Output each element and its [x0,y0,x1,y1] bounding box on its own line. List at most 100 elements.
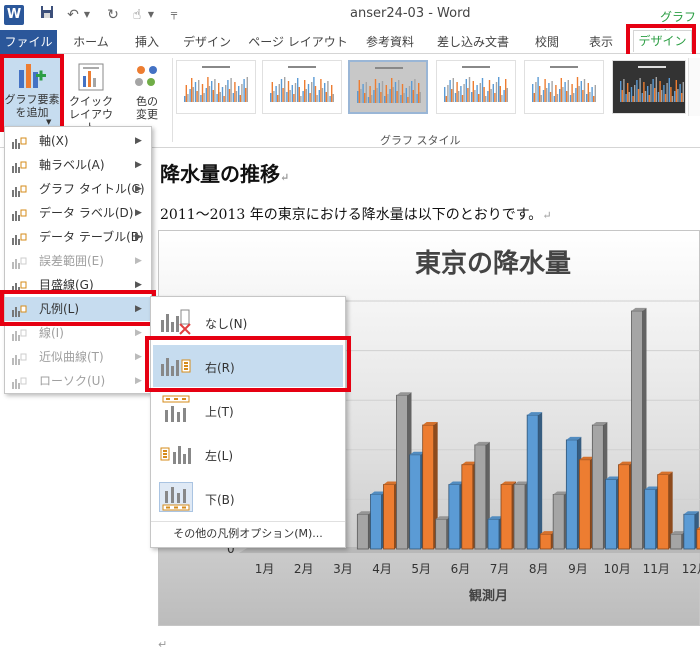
chart-style-5[interactable] [524,60,604,114]
bar [474,441,490,550]
x-tick-label: 1月 [255,562,275,576]
tab-review[interactable]: 校閲 [522,30,572,54]
data-labels-icon [11,206,27,221]
heading-text: 降水量の推移 [160,162,280,186]
ribbon-tabs: ファイル ホーム 挿入 デザイン ページ レイアウト 参考資料 差し込み文書 校… [0,30,700,54]
x-tick-label: 5月 [411,562,431,576]
data-table-icon [11,230,27,245]
chart-title-icon [11,182,27,197]
chart-design-tab-highlight [626,24,696,58]
touch-dropdown-icon[interactable]: ▼ [146,5,156,25]
submenu-arrow-icon: ▶ [135,208,142,218]
tab-references[interactable]: 参考資料 [356,30,424,54]
submenu-arrow-icon: ▶ [135,184,142,194]
axes-icon [11,134,27,149]
menu-item-chart-title[interactable]: グラフ タイトル(C) ▶ [5,177,151,201]
legend-top-label: 上(T) [205,405,234,419]
menu-item-up-down-bars: ローソク(U) ▶ [5,369,151,393]
undo-dropdown-icon[interactable]: ▼ [82,5,92,25]
menu-item-label: ローソク(U) [39,374,106,388]
chart-style-3-selected[interactable] [348,60,428,114]
menu-item-data-table[interactable]: データ テーブル(B) ▶ [5,225,151,249]
customize-qat-icon[interactable]: ╤ [168,5,180,25]
legend-none-icon [159,306,193,336]
tab-view[interactable]: 表示 [576,30,626,54]
end-paragraph-mark: ↵ [158,638,168,651]
add-chart-element-menu: 軸(X) ▶ 軸ラベル(A) ▶ グラフ タイトル(C) ▶ データ ラベル(D) ▶ データ … [4,126,152,394]
bar [670,531,686,550]
bar [552,491,569,550]
x-tick-label: 9月 [568,562,588,576]
title-bar: W ↶ ▼ ↻ ☝ ▼ ╤ anser24-03 - Word グラフ ツ [0,0,700,41]
menu-item-trendline: 近似曲線(T) ▶ [5,345,151,369]
chart-style-6[interactable] [612,60,686,114]
tab-design[interactable]: デザイン [174,30,240,54]
word-app-icon: W [4,5,24,25]
menu-item-label: 軸ラベル(A) [39,158,105,172]
undo-icon[interactable]: ↶ [64,5,82,25]
submenu-arrow-icon: ▶ [135,256,142,266]
tab-page-layout[interactable]: ページ レイアウト [242,30,354,54]
document-title: anser24-03 - Word [350,6,471,21]
document-body-text: 2011～2013 年の東京における降水量は以下のとおりです。↵ [160,204,552,224]
menu-item-label: グラフ タイトル(C) [39,182,145,196]
palette-icon [131,62,163,92]
gallery-scroll[interactable] [688,58,700,116]
tab-file[interactable]: ファイル [0,30,57,54]
x-tick-label: 8月 [529,562,549,576]
change-colors-label-2: 変更 [136,108,158,121]
change-colors-button[interactable]: 色の 変更 [124,58,170,128]
submenu-arrow-icon: ▶ [135,232,142,242]
menu-item-label: データ テーブル(B) [39,230,144,244]
menu-item-data-labels[interactable]: データ ラベル(D) ▶ [5,201,151,225]
chart-style-2[interactable] [262,60,342,114]
menu-item-label: データ ラベル(D) [39,206,134,220]
tab-mailings[interactable]: 差し込み文書 [426,30,520,54]
legend-left-icon [159,438,193,468]
legend-none-label: なし(N) [205,317,248,331]
axis-titles-icon [11,158,27,173]
lines-icon [11,326,27,341]
legend-bottom-option[interactable]: 下(B) [153,477,343,519]
up-down-bars-icon [11,374,27,389]
submenu-arrow-icon: ▶ [135,352,142,362]
legend-submenu: なし(N) 右(R) 上(T) 左(L) 下(B) その他の凡例オプション(M)… [150,296,346,548]
quick-layout-icon [75,62,107,92]
x-tick-label: 2月 [294,562,314,576]
paragraph-mark: ↵ [542,209,552,222]
quick-layout-label-1: クイック [69,95,113,108]
more-legend-options[interactable]: その他の凡例オプション(M)... [151,521,345,545]
chart-title[interactable]: 東京の降水量 [415,243,571,280]
bar [513,481,529,550]
legend-top-option[interactable]: 上(T) [153,389,343,431]
save-icon[interactable] [38,5,56,25]
quick-layout-button[interactable]: クイック レイアウト [64,58,118,134]
add-element-highlight [0,54,64,132]
legend-left-label: 左(L) [205,449,234,463]
legend-top-icon [159,394,193,424]
legend-item-highlight [0,290,156,326]
tab-insert[interactable]: 挿入 [122,30,172,54]
sentence-text: 2011～2013 年の東京における降水量は以下のとおりです。 [160,207,543,223]
x-tick-label: 4月 [372,562,392,576]
chart-style-4[interactable] [436,60,516,114]
redo-icon[interactable]: ↻ [104,5,122,25]
x-tick-label: 6月 [451,562,471,576]
x-axis-label[interactable]: 観測月 [469,585,508,604]
change-colors-label-1: 色の [136,95,158,108]
bar [435,516,451,550]
x-tick-label: 11月 [643,562,670,576]
submenu-arrow-icon: ▶ [135,136,142,146]
menu-item-error-bars: 誤差範囲(E) ▶ [5,249,151,273]
legend-left-option[interactable]: 左(L) [153,433,343,475]
tab-home[interactable]: ホーム [62,30,120,54]
trendline-icon [11,350,27,365]
menu-item-axis-titles[interactable]: 軸ラベル(A) ▶ [5,153,151,177]
paragraph-mark: ↵ [280,171,290,184]
chart-style-1[interactable] [176,60,256,114]
chart-styles-group-label: グラフ スタイル [380,134,461,147]
menu-item-axes[interactable]: 軸(X) ▶ [5,129,151,153]
bar [356,511,373,550]
touch-mode-icon[interactable]: ☝ [128,5,146,25]
x-tick-label: 3月 [333,562,353,576]
